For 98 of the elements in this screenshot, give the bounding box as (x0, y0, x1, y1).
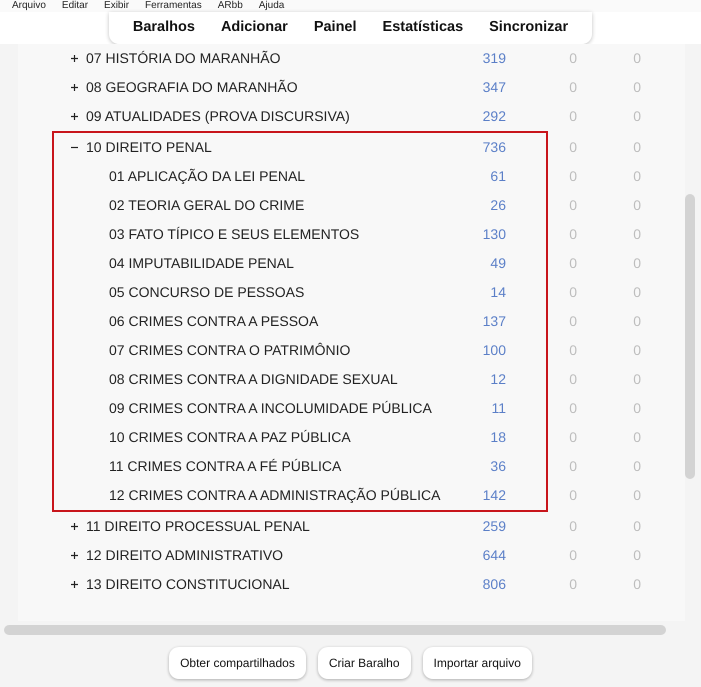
toolbar-tab[interactable]: Sincronizar (479, 17, 578, 39)
expand-icon[interactable] (70, 54, 79, 63)
card-count: 347 (482, 78, 506, 97)
card-count: 0 (568, 138, 577, 157)
card-count: 0 (568, 575, 577, 594)
card-count: 61 (489, 167, 506, 186)
card-count: 0 (568, 399, 577, 418)
menu-item[interactable]: Arquivo (12, 0, 46, 12)
card-count: 644 (482, 546, 506, 565)
card-count: 736 (482, 138, 506, 157)
card-count: 0 (568, 546, 577, 565)
action-button[interactable]: Criar Baralho (318, 647, 411, 679)
deck-name[interactable]: 05 CONCURSO DE PESSOAS (109, 282, 304, 303)
card-count: 0 (632, 546, 641, 565)
card-count: 0 (568, 196, 577, 215)
menu-item[interactable]: Editar (62, 0, 88, 12)
card-count: 0 (568, 457, 577, 476)
card-count: 0 (632, 254, 641, 273)
menu-item[interactable]: Exibir (104, 0, 130, 12)
card-count: 0 (632, 457, 641, 476)
card-count: 0 (568, 341, 577, 360)
card-count: 292 (482, 107, 506, 126)
card-count: 0 (632, 167, 641, 186)
expand-icon[interactable] (70, 551, 79, 560)
card-count: 49 (489, 254, 506, 273)
card-count: 12 (489, 370, 506, 389)
card-count: 137 (482, 312, 506, 331)
toolbar-tab[interactable]: Estatísticas (372, 17, 474, 39)
card-count: 0 (632, 138, 641, 157)
deck-name[interactable]: 11 CRIMES CONTRA A FÉ PÚBLICA (109, 456, 342, 477)
card-count: 0 (632, 428, 641, 447)
deck-name[interactable]: 09 CRIMES CONTRA A INCOLUMIDADE PÚBLICA (109, 398, 432, 419)
deck-name[interactable]: 07 CRIMES CONTRA O PATRIMÔNIO (109, 340, 350, 361)
menu-item[interactable]: ARbb (218, 0, 243, 12)
deck-name[interactable]: 07 HISTÓRIA DO MARANHÃO (86, 48, 280, 69)
card-count: 26 (489, 196, 506, 215)
deck-name[interactable]: 08 CRIMES CONTRA A DIGNIDADE SEXUAL (109, 369, 398, 390)
card-count: 0 (632, 107, 641, 126)
card-count: 142 (482, 486, 506, 505)
deck-name[interactable]: 04 IMPUTABILIDADE PENAL (109, 253, 294, 274)
card-count: 14 (489, 283, 506, 302)
card-count: 0 (568, 486, 577, 505)
deck-name[interactable]: 01 APLICAÇÃO DA LEI PENAL (109, 166, 306, 187)
card-count: 259 (482, 517, 506, 536)
card-count: 0 (632, 312, 641, 331)
deck-name[interactable]: 12 CRIMES CONTRA A ADMINISTRAÇÃO PÚBLICA (109, 485, 440, 506)
card-count: 0 (632, 575, 641, 594)
card-count: 0 (568, 49, 577, 68)
toolbar-tab[interactable]: Baralhos (122, 17, 205, 39)
deck-name[interactable]: 13 DIREITO CONSTITUCIONAL (86, 574, 290, 595)
horizontal-scrollbar[interactable] (4, 625, 666, 635)
toolbar-tab[interactable]: Painel (304, 17, 367, 39)
card-count: 319 (482, 49, 506, 68)
card-count: 18 (489, 428, 506, 447)
card-count: 0 (568, 370, 577, 389)
card-count: 0 (568, 517, 577, 536)
menu-item[interactable]: Ferramentas (145, 0, 202, 12)
card-count: 0 (568, 428, 577, 447)
toolbar-tab[interactable]: Adicionar (210, 17, 298, 39)
deck-name[interactable]: 10 DIREITO PENAL (86, 137, 212, 158)
card-count: 0 (568, 167, 577, 186)
expand-icon[interactable] (70, 83, 79, 92)
deck-name[interactable]: 03 FATO TÍPICO E SEUS ELEMENTOS (109, 224, 360, 245)
action-button[interactable]: Obter compartilhados (169, 647, 306, 679)
card-count: 0 (568, 283, 577, 302)
card-count: 0 (632, 78, 641, 97)
expand-icon[interactable] (70, 522, 79, 531)
card-count: 0 (632, 341, 641, 360)
card-count: 11 (490, 399, 506, 418)
card-count: 0 (632, 225, 641, 244)
card-count: 0 (568, 312, 577, 331)
card-count: 0 (632, 49, 641, 68)
card-count: 0 (568, 78, 577, 97)
card-count: 0 (632, 196, 641, 215)
card-count: 0 (632, 399, 641, 418)
deck-name[interactable]: 09 ATUALIDADES (PROVA DISCURSIVA) (86, 106, 350, 127)
deck-name[interactable]: 12 DIREITO ADMINISTRATIVO (86, 545, 284, 566)
deck-name[interactable]: 08 GEOGRAFIA DO MARANHÃO (86, 77, 298, 98)
card-count: 36 (489, 457, 506, 476)
card-count: 0 (632, 486, 641, 505)
deck-name[interactable]: 10 CRIMES CONTRA A PAZ PÚBLICA (109, 427, 351, 448)
expand-icon[interactable] (70, 112, 79, 121)
card-count: 0 (632, 370, 641, 389)
menu-item[interactable]: Ajuda (258, 0, 284, 12)
card-count: 130 (482, 225, 506, 244)
expand-icon[interactable] (70, 580, 79, 589)
deck-name[interactable]: 11 DIREITO PROCESSUAL PENAL (86, 516, 310, 537)
deck-name[interactable]: 06 CRIMES CONTRA A PESSOA (109, 311, 318, 332)
card-count: 0 (632, 283, 641, 302)
vertical-scrollbar[interactable] (685, 194, 695, 479)
card-count: 100 (482, 341, 506, 360)
action-button[interactable]: Importar arquivo (422, 647, 532, 679)
card-count: 0 (568, 254, 577, 273)
card-count: 0 (568, 107, 577, 126)
card-count: 0 (632, 517, 641, 536)
card-count: 0 (568, 225, 577, 244)
card-count: 806 (482, 575, 506, 594)
deck-name[interactable]: 02 TEORIA GERAL DO CRIME (109, 195, 304, 216)
